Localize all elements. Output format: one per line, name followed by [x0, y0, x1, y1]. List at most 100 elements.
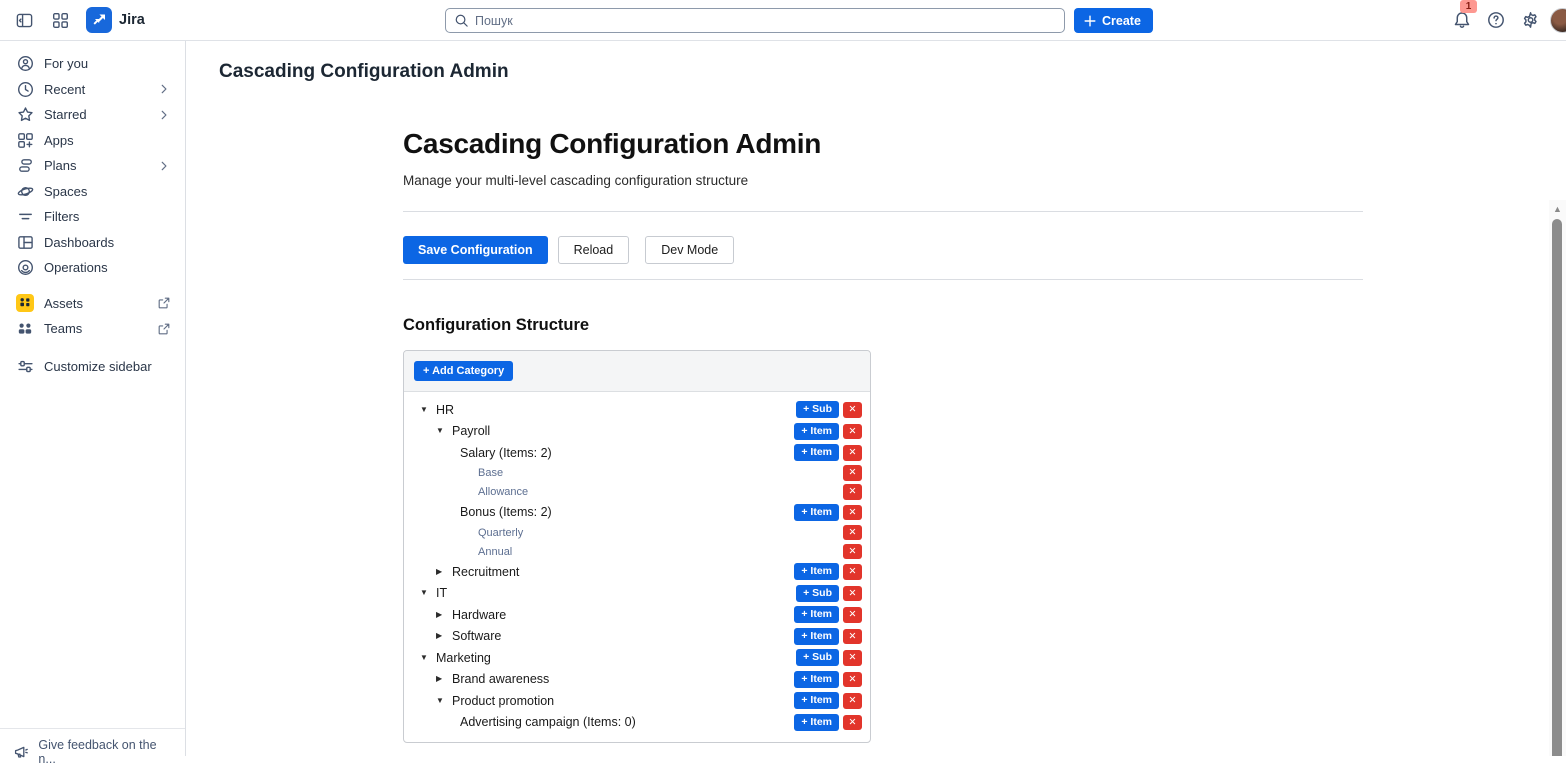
add-sub-button[interactable]: + Sub	[796, 401, 839, 418]
collapse-sidebar-icon[interactable]	[10, 6, 38, 34]
add-item-button[interactable]: + Item	[794, 423, 839, 440]
starred-icon	[16, 106, 34, 124]
add-sub-button[interactable]: + Sub	[796, 649, 839, 666]
help-button[interactable]	[1482, 6, 1510, 34]
tree-node-label: Allowance	[478, 486, 528, 498]
global-search[interactable]	[445, 8, 1065, 33]
megaphone-icon	[12, 743, 29, 761]
delete-button[interactable]: ✕	[843, 672, 862, 688]
collapse-toggle-icon[interactable]: ▼	[420, 589, 436, 597]
delete-button[interactable]: ✕	[843, 650, 862, 666]
add-category-button[interactable]: + Add Category	[414, 361, 513, 381]
chevron-right-icon	[157, 108, 171, 122]
tree-row: ▼ HR + Sub ✕	[412, 399, 862, 421]
scrollbar-thumb[interactable]	[1552, 219, 1562, 756]
sidebar-item-filters[interactable]: Filters	[4, 204, 181, 230]
collapse-toggle-icon[interactable]: ▼	[420, 654, 436, 662]
add-item-button[interactable]: + Item	[794, 606, 839, 623]
add-item-button[interactable]: + Item	[794, 504, 839, 521]
dev-mode-button[interactable]: Dev Mode	[645, 236, 734, 264]
add-item-button[interactable]: + Item	[794, 714, 839, 731]
collapse-toggle-icon[interactable]: ▼	[436, 427, 452, 435]
delete-button[interactable]: ✕	[843, 445, 862, 461]
sidebar-item-spaces[interactable]: Spaces	[4, 179, 181, 205]
delete-button[interactable]: ✕	[843, 544, 862, 560]
tree-node-label: Quarterly	[478, 527, 523, 539]
delete-button[interactable]: ✕	[843, 424, 862, 440]
delete-button[interactable]: ✕	[843, 586, 862, 602]
divider	[403, 279, 1363, 280]
sidebar-item-plans[interactable]: Plans	[4, 153, 181, 179]
jira-home-link[interactable]: Jira	[86, 7, 145, 33]
delete-button[interactable]: ✕	[843, 564, 862, 580]
app-name: Jira	[119, 12, 145, 28]
add-sub-button[interactable]: + Sub	[796, 585, 839, 602]
expand-toggle-icon[interactable]: ▶	[436, 568, 452, 576]
tree-row: Advertising campaign (Items: 0) + Item ✕	[412, 712, 862, 734]
sidebar-item-label: Assets	[44, 296, 147, 311]
add-item-button[interactable]: + Item	[794, 444, 839, 461]
tree-node-label: Recruitment	[452, 565, 519, 579]
left-sidebar: For you Recent Starred Apps Plans Spaces…	[0, 41, 186, 756]
vertical-scrollbar[interactable]: ▲	[1549, 200, 1566, 756]
delete-button[interactable]: ✕	[843, 715, 862, 731]
operations-icon	[16, 259, 34, 277]
sidebar-item-label: Filters	[44, 209, 171, 224]
filters-icon	[16, 208, 34, 226]
tree-row: ▼ Marketing + Sub ✕	[412, 647, 862, 669]
main-content: Cascading Configuration Admin Manage you…	[186, 100, 1566, 756]
reload-button[interactable]: Reload	[558, 236, 630, 264]
add-item-button[interactable]: + Item	[794, 628, 839, 645]
tree-node-label: Base	[478, 467, 503, 479]
content-heading: Cascading Configuration Admin	[403, 128, 1363, 160]
notification-badge: 1	[1460, 0, 1477, 13]
delete-button[interactable]: ✕	[843, 525, 862, 541]
create-button[interactable]: Create	[1074, 8, 1153, 33]
delete-button[interactable]: ✕	[843, 505, 862, 521]
external-link-icon	[157, 296, 171, 310]
search-input[interactable]	[475, 14, 1056, 28]
sidebar-item-assets[interactable]: Assets	[4, 291, 181, 317]
scrollbar-up-arrow[interactable]: ▲	[1551, 202, 1564, 215]
collapse-toggle-icon[interactable]: ▼	[436, 697, 452, 705]
apps-icon	[16, 131, 34, 149]
sidebar-item-for-you[interactable]: For you	[4, 51, 181, 77]
delete-button[interactable]: ✕	[843, 484, 862, 500]
sidebar-item-dashboards[interactable]: Dashboards	[4, 230, 181, 256]
tree-row: Quarterly ✕	[412, 523, 862, 542]
tree-node-label: Annual	[478, 546, 512, 558]
tree-node-label: Bonus (Items: 2)	[460, 505, 552, 519]
customize-sidebar-button[interactable]: Customize sidebar	[4, 354, 181, 380]
tree-row: Salary (Items: 2) + Item ✕	[412, 442, 862, 464]
add-item-button[interactable]: + Item	[794, 563, 839, 580]
tree-node-label: Salary (Items: 2)	[460, 446, 552, 460]
save-configuration-button[interactable]: Save Configuration	[403, 236, 548, 264]
sidebar-item-teams[interactable]: Teams	[4, 316, 181, 342]
tree-row: ▶ Software + Item ✕	[412, 626, 862, 648]
user-avatar[interactable]	[1550, 8, 1566, 33]
delete-button[interactable]: ✕	[843, 465, 862, 481]
expand-toggle-icon[interactable]: ▶	[436, 611, 452, 619]
delete-button[interactable]: ✕	[843, 693, 862, 709]
expand-toggle-icon[interactable]: ▶	[436, 632, 452, 640]
tree-row: ▼ Product promotion + Item ✕	[412, 690, 862, 712]
settings-button[interactable]	[1516, 6, 1544, 34]
add-item-button[interactable]: + Item	[794, 671, 839, 688]
notifications-button[interactable]: 1	[1448, 6, 1476, 34]
sidebar-item-operations[interactable]: Operations	[4, 255, 181, 281]
sidebar-item-apps[interactable]: Apps	[4, 128, 181, 154]
sidebar-item-recent[interactable]: Recent	[4, 77, 181, 103]
add-item-button[interactable]: + Item	[794, 692, 839, 709]
sidebar-item-starred[interactable]: Starred	[4, 102, 181, 128]
collapse-toggle-icon[interactable]: ▼	[420, 406, 436, 414]
bell-icon	[1453, 11, 1471, 29]
sidebar-item-label: For you	[44, 56, 171, 71]
customize-sidebar-label: Customize sidebar	[44, 359, 171, 374]
delete-button[interactable]: ✕	[843, 629, 862, 645]
delete-button[interactable]: ✕	[843, 402, 862, 418]
delete-button[interactable]: ✕	[843, 607, 862, 623]
external-link-icon	[157, 322, 171, 336]
give-feedback-button[interactable]: Give feedback on the n...	[12, 738, 173, 766]
app-switcher-icon[interactable]	[46, 6, 74, 34]
expand-toggle-icon[interactable]: ▶	[436, 675, 452, 683]
